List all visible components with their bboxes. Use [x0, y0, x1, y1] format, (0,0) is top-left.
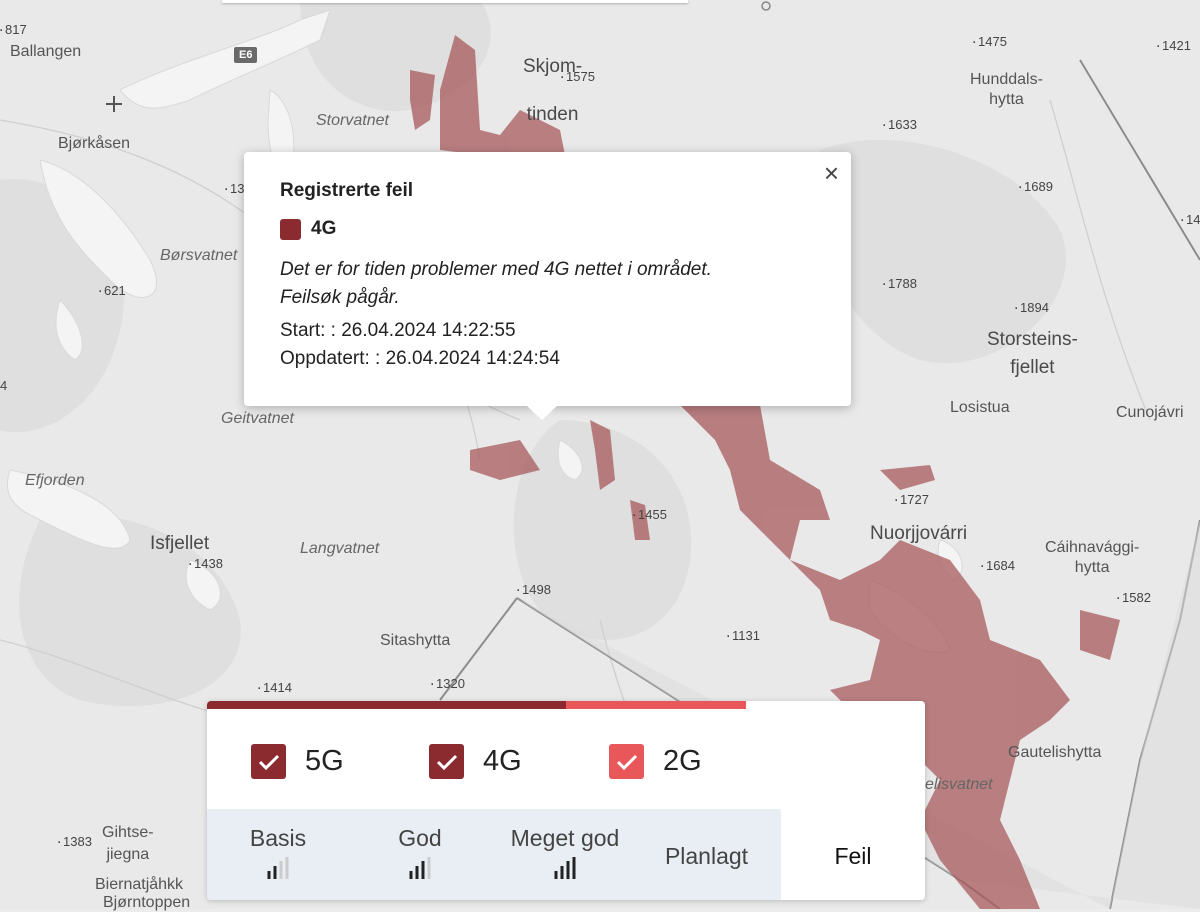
quality-meget-god-label: Meget god	[510, 825, 620, 851]
peak-label: 144	[1180, 208, 1200, 227]
feil-label: Feil	[834, 843, 872, 869]
close-icon[interactable]: ×	[824, 160, 839, 186]
quality-god[interactable]: God	[349, 809, 491, 900]
place-label-skjomtinden: Skjom- tinden	[523, 56, 583, 125]
place-label-storsteinsfjellet: Storsteins- fjellet	[987, 329, 1078, 378]
quality-basis-label: Basis	[249, 825, 307, 851]
lake-label-geitvatnet: Geitvatnet	[221, 410, 294, 427]
popup-start-time: Start: : 26.04.2024 14:22:55	[280, 320, 516, 341]
peak-label: 1633	[882, 113, 917, 132]
peak-label: 13	[224, 177, 245, 196]
popup-message: Det er for tiden problemer med 4G nettet…	[280, 259, 712, 308]
signal-4-bar-icon	[554, 857, 576, 879]
peak-label: 1438	[188, 552, 223, 571]
peak-label: 1320	[430, 672, 465, 691]
popup-updated-time: Oppdatert: : 26.04.2024 14:24:54	[280, 348, 560, 369]
peak-label: 1575	[560, 65, 595, 84]
peak-label: 1414	[257, 676, 292, 695]
peak-label: 621	[98, 279, 126, 298]
lake-label-borsvatnet: Børsvatnet	[160, 247, 238, 264]
coverage-bar-4g	[207, 701, 566, 709]
place-label-ballangen: Ballangen	[10, 43, 82, 60]
peak-label: 1689	[1018, 175, 1053, 194]
popup-tech-label: 4G	[311, 218, 337, 239]
peak-label: 1421	[1156, 34, 1191, 53]
top-panel-edge	[222, 0, 688, 3]
peak-label: 1383	[57, 830, 92, 849]
place-label-gautelishytta: Gautelishytta	[1008, 744, 1102, 761]
quality-basis[interactable]: Basis	[207, 809, 349, 900]
quality-meget-god[interactable]: Meget god	[491, 809, 639, 900]
checkbox-2g[interactable]: 2G	[609, 744, 702, 779]
coverage-bar-2g	[566, 701, 746, 709]
lake-label-gautelisvatnet: elisvatnet	[925, 776, 993, 793]
lake-label-cunojavri: Cunojávri	[1116, 404, 1184, 421]
place-label-bjorkasen: Bjørkåsen	[58, 135, 131, 152]
quality-planlagt[interactable]: Planlagt	[632, 809, 781, 900]
signal-3-bar-icon	[409, 857, 431, 879]
peak-label: 1475	[972, 30, 1007, 49]
coverage-legend: 5G 4G 2G Basis God Meget god Planlagt Fe…	[207, 701, 925, 900]
peak-label: 817	[0, 18, 27, 37]
peak-label: 1498	[516, 578, 551, 597]
peak-label: 4	[0, 378, 7, 393]
peak-label: 1455	[632, 503, 667, 522]
checkbox-label-5g: 5G	[305, 745, 344, 777]
check-icon[interactable]	[429, 744, 464, 779]
place-label-efjorden: Efjorden	[25, 472, 85, 489]
quality-god-label: God	[398, 825, 442, 851]
popup-pointer	[526, 405, 558, 420]
place-label-caihnavaggi: Cáihnavággi- hytta	[1045, 539, 1140, 576]
peak-label: 1684	[980, 554, 1015, 573]
place-label-bjorntoppen: Bjørntoppen	[103, 894, 191, 911]
checkbox-4g[interactable]: 4G	[429, 744, 522, 779]
place-label-nuorjjovarri: Nuorjjovárri	[870, 523, 968, 544]
signal-1-bar-icon	[267, 857, 289, 879]
checkbox-5g[interactable]: 5G	[251, 744, 344, 779]
tech-color-swatch	[280, 218, 301, 240]
fault-popup: × Registrerte feil 4G Det er for tiden p…	[244, 152, 851, 420]
place-label-isfjellet: Isfjellet	[150, 533, 210, 554]
place-label-hunddalshytta: Hunddals- hytta	[970, 71, 1043, 108]
popup-title: Registrerte feil	[280, 180, 414, 201]
peak-label: 1727	[894, 488, 929, 507]
check-icon[interactable]	[609, 744, 644, 779]
place-label-gihtsejiegna: Gihtse- jiegna	[102, 824, 154, 863]
peak-label: 1582	[1116, 586, 1151, 605]
signal-quality-legend: Basis God Meget god Planlagt	[207, 809, 781, 900]
peak-label: 1894	[1014, 296, 1049, 315]
lake-label-langvatnet: Langvatnet	[300, 540, 380, 557]
popup-tech-row: 4G	[280, 218, 336, 240]
place-label-losistua: Losistua	[950, 399, 1010, 416]
place-label-sitashytta: Sitashytta	[380, 632, 451, 649]
peak-label: 1131	[726, 624, 760, 643]
checkbox-label-2g: 2G	[663, 745, 702, 777]
feil-toggle[interactable]: Feil	[781, 809, 925, 900]
lake-label-storvatnet: Storvatnet	[316, 112, 389, 129]
check-icon[interactable]	[251, 744, 286, 779]
peak-label: 1788	[882, 272, 917, 291]
road-shield-e6: E6	[234, 47, 258, 63]
checkbox-label-4g: 4G	[483, 745, 522, 777]
quality-planlagt-label: Planlagt	[664, 843, 749, 869]
place-label-biernatjahkk: Biernatjåhkk	[95, 876, 184, 893]
